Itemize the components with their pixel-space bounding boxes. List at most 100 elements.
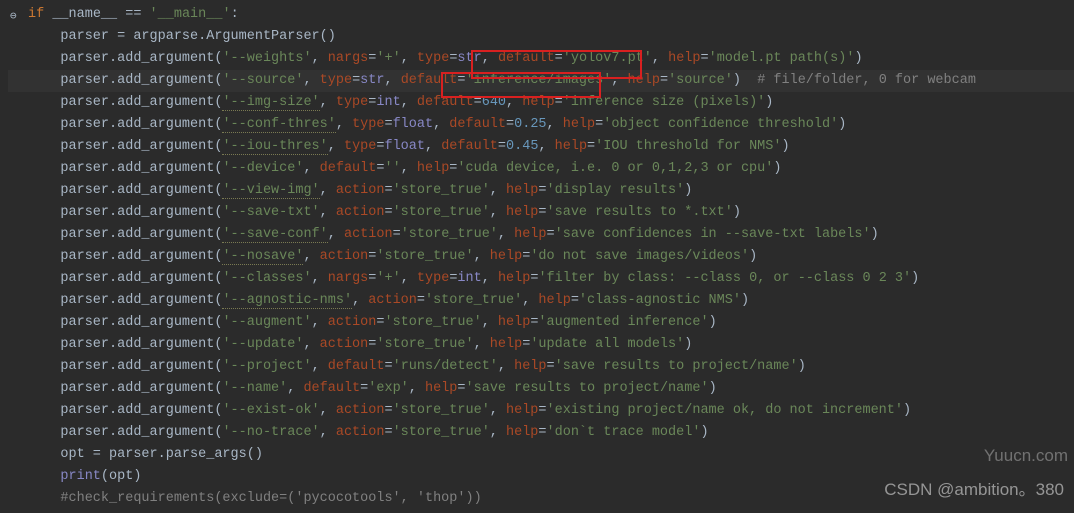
code-token: = — [660, 73, 668, 88]
code-token: = — [457, 73, 465, 88]
code-token: help — [628, 73, 660, 88]
code-token: '--exist-ok' — [222, 403, 319, 418]
code-token: action — [336, 425, 385, 440]
code-token: (opt) — [101, 469, 142, 484]
code-token: 'save results to project/name' — [466, 381, 709, 396]
code-token: = — [538, 403, 546, 418]
code-token: '--save-txt' — [222, 205, 319, 220]
code-token: , — [320, 183, 336, 198]
code-token: '--source' — [222, 73, 303, 88]
code-token: default — [417, 95, 474, 110]
code-token: type — [417, 51, 449, 66]
code-token: = — [538, 425, 546, 440]
code-token: , — [303, 337, 319, 352]
fold-icon[interactable]: ⊖ — [10, 6, 22, 18]
code-token: '--weights' — [222, 51, 311, 66]
code-token: , — [336, 117, 352, 132]
code-token: 'display results' — [547, 183, 685, 198]
code-token: '--device' — [222, 161, 303, 176]
code-token: , — [401, 271, 417, 286]
code-line: parser.add_argument('--update', action='… — [8, 334, 1074, 356]
code-token: 'object confidence threshold' — [603, 117, 838, 132]
code-token: '--save-conf' — [222, 227, 327, 243]
code-token: 'class-agnostic NMS' — [579, 293, 741, 308]
code-token: , — [320, 403, 336, 418]
code-token: = — [506, 117, 514, 132]
code-token: '--agnostic-nms' — [222, 293, 352, 309]
code-line: parser.add_argument('--save-conf', actio… — [8, 224, 1074, 246]
code-token: '--no-trace' — [222, 425, 319, 440]
code-token: action — [368, 293, 417, 308]
code-token: parser.add_argument( — [60, 315, 222, 330]
code-token: parser.add_argument( — [60, 51, 222, 66]
code-token: , — [490, 183, 506, 198]
code-line: parser.add_argument('--device', default=… — [8, 158, 1074, 180]
code-token: type — [320, 73, 352, 88]
code-line: parser.add_argument('--nosave', action='… — [8, 246, 1074, 268]
code-token: type — [336, 95, 368, 110]
code-token: help — [506, 425, 538, 440]
code-token: , — [320, 95, 336, 110]
code-token: 'store_true' — [376, 249, 473, 264]
code-token: type — [352, 117, 384, 132]
code-token: int — [457, 271, 481, 286]
code-token: parser.add_argument( — [60, 359, 222, 374]
code-token: 'save results to *.txt' — [547, 205, 733, 220]
code-token: , — [312, 359, 328, 374]
code-token: '--view-img' — [222, 183, 319, 199]
code-token: 0.45 — [506, 139, 538, 154]
code-token: 'augmented inference' — [538, 315, 708, 330]
code-token: action — [320, 249, 369, 264]
code-token: default — [320, 161, 377, 176]
code-token: = — [571, 293, 579, 308]
code-token: '--conf-thres' — [222, 117, 335, 133]
code-token: , — [352, 293, 368, 308]
code-token: help — [668, 51, 700, 66]
code-token: help — [514, 359, 546, 374]
code-line: parser.add_argument('--img-size', type=i… — [8, 92, 1074, 114]
code-line: parser.add_argument('--exist-ok', action… — [8, 400, 1074, 422]
code-token: default — [441, 139, 498, 154]
code-token: 'inference/images' — [466, 73, 612, 88]
code-token: '--classes' — [222, 271, 311, 286]
code-token: 'store_true' — [393, 425, 490, 440]
code-token: ) — [684, 183, 692, 198]
code-token: parser.add_argument( — [60, 337, 222, 352]
code-token: help — [490, 337, 522, 352]
code-line: parser.add_argument('--classes', nargs='… — [8, 268, 1074, 290]
code-token: , — [401, 161, 417, 176]
code-token: = — [474, 95, 482, 110]
code-token: float — [384, 139, 425, 154]
code-token: ) — [709, 381, 717, 396]
code-token: nargs — [328, 271, 369, 286]
code-token: = — [538, 183, 546, 198]
code-token: 'store_true' — [376, 337, 473, 352]
code-token: , — [425, 139, 441, 154]
code-token: str — [360, 73, 384, 88]
code-token: , — [522, 293, 538, 308]
code-token: 'store_true' — [401, 227, 498, 242]
code-token: , — [433, 117, 449, 132]
code-token: help — [490, 249, 522, 264]
code-token: , — [652, 51, 668, 66]
code-token: ) — [871, 227, 879, 242]
code-token: , — [506, 95, 522, 110]
code-token: = — [538, 205, 546, 220]
code-token: : — [231, 7, 239, 22]
code-token: , — [482, 271, 498, 286]
code-token: , — [384, 73, 400, 88]
code-token: help — [522, 95, 554, 110]
code-token: parser.add_argument( — [60, 227, 222, 242]
code-token: , — [490, 403, 506, 418]
code-token: 'source' — [668, 73, 733, 88]
code-token: , — [474, 337, 490, 352]
code-token: , — [312, 315, 328, 330]
code-token: int — [376, 95, 400, 110]
code-token: default — [498, 51, 555, 66]
code-token: ) — [700, 425, 708, 440]
code-token: , — [547, 117, 563, 132]
watermark-right: Yuucn.com — [984, 445, 1068, 467]
code-line: parser.add_argument('--augment', action=… — [8, 312, 1074, 334]
code-token: 'IOU threshold for NMS' — [595, 139, 781, 154]
code-token: #check_requirements(exclude=('pycocotool… — [60, 491, 481, 506]
